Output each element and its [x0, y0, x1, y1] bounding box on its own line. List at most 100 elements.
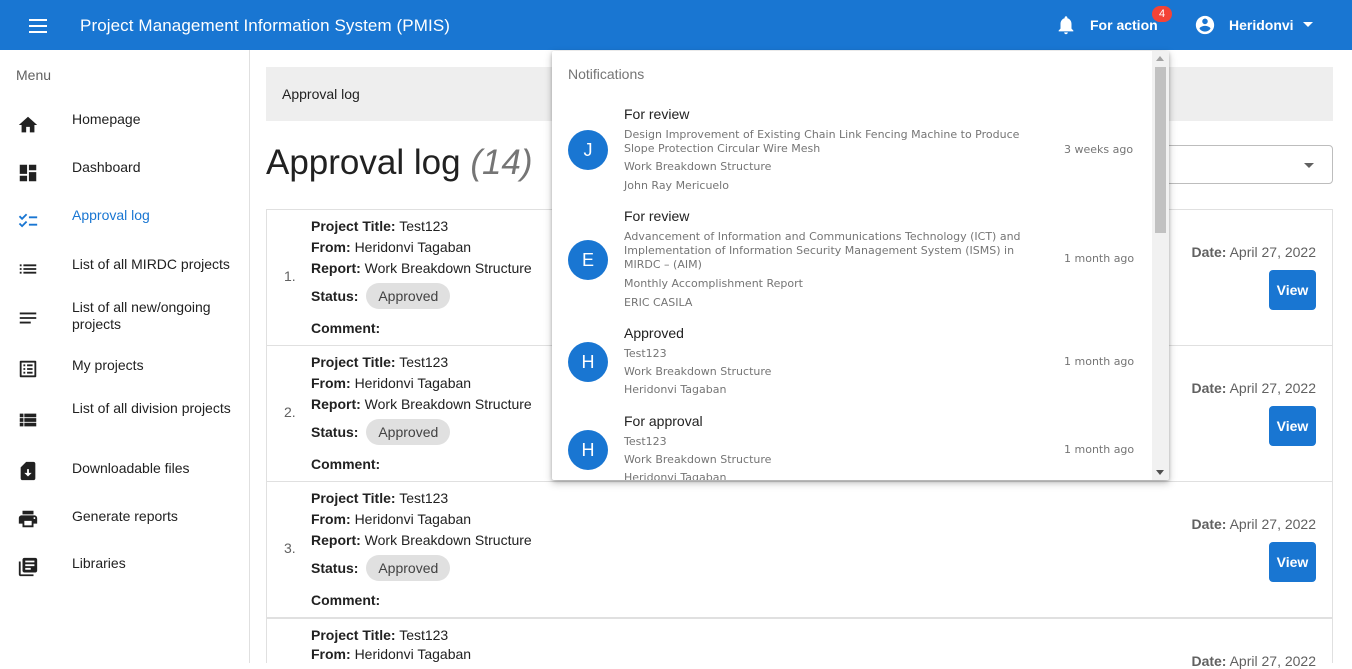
sidebar-item-label: Approval log — [72, 207, 150, 223]
notification-item[interactable]: H For approval Test123 Work Breakdown St… — [552, 413, 1152, 480]
notification-title: Approved — [624, 325, 684, 341]
notification-time: 1 month ago — [1064, 443, 1135, 456]
notification-project: Design Improvement of Existing Chain Lin… — [624, 128, 1020, 155]
caret-down-icon[interactable] — [1303, 22, 1313, 27]
sidebar-item-approval-log[interactable]: Approval log — [0, 204, 249, 244]
for-action-button[interactable]: For action — [1090, 17, 1158, 33]
notification-report: Monthly Accomplishment Report — [624, 277, 803, 290]
notification-user: Heridonvi Tagaban — [624, 383, 727, 396]
log-card: 3. Project Title: Test123 From: Heridonv… — [266, 481, 1333, 618]
sidebar-item-dashboard[interactable]: Dashboard — [0, 156, 249, 196]
sidebar-item-ongoing-projects[interactable]: List of all new/ongoing projects — [0, 294, 249, 342]
avatar: H — [568, 342, 608, 382]
sidebar-item-label: My projects — [72, 357, 144, 373]
hamburger-menu-icon[interactable] — [26, 14, 54, 36]
filter-select[interactable] — [1160, 145, 1333, 184]
notification-time: 1 month ago — [1064, 252, 1135, 265]
sidebar: Menu Homepage Dashboard Approval log Lis… — [0, 50, 250, 663]
sidebar-item-generate-reports[interactable]: Generate reports — [0, 498, 249, 538]
log-project-title: Project Title: Test123 — [311, 354, 449, 370]
page-title-count: (14) — [470, 143, 533, 182]
download-file-icon — [20, 461, 36, 481]
log-project-title: Project Title: Test123 — [311, 490, 449, 506]
log-from: From: Heridonvi Tagaban — [311, 511, 472, 527]
log-date: Date: April 27, 2022 — [1191, 244, 1316, 260]
page-title-text: Approval log — [266, 143, 461, 182]
scroll-down-arrow-icon[interactable] — [1156, 470, 1164, 475]
notification-title: For review — [624, 208, 690, 224]
view-list-icon — [19, 413, 37, 427]
bell-icon[interactable] — [1055, 14, 1077, 36]
sidebar-item-libraries[interactable]: Libraries — [0, 546, 249, 586]
log-from: From: Heridonvi Tagaban — [311, 375, 472, 391]
breadcrumb-text: Approval log — [282, 86, 360, 102]
list-icon — [19, 264, 37, 274]
log-project-title: Project Title: Test123 — [311, 218, 449, 234]
view-button[interactable]: View — [1269, 542, 1316, 582]
notifications-scrollbar[interactable] — [1152, 51, 1169, 480]
notification-time: 1 month ago — [1064, 355, 1135, 368]
print-icon — [18, 510, 38, 528]
app-bar: Project Management Information System (P… — [0, 0, 1352, 50]
sidebar-item-label: Downloadable files — [72, 460, 190, 476]
log-from: From: Heridonvi Tagaban — [311, 239, 472, 255]
notification-report: Work Breakdown Structure — [624, 160, 772, 173]
log-number: 3. — [284, 540, 296, 556]
log-card: Project Title: Test123 From: Heridonvi T… — [266, 618, 1333, 669]
status-badge: Approved — [366, 419, 451, 445]
notification-user: John Ray Mericuelo — [624, 179, 729, 192]
sidebar-item-label: Generate reports — [72, 508, 178, 524]
log-comment: Comment: — [311, 456, 381, 472]
user-name[interactable]: Heridonvi — [1229, 17, 1294, 33]
notification-time: 3 weeks ago — [1064, 143, 1134, 156]
log-comment: Comment: — [311, 320, 381, 336]
notification-count-badge: 4 — [1152, 6, 1172, 22]
notifications-panel: Notifications J For review Design Improv… — [552, 51, 1169, 480]
notification-report: Work Breakdown Structure — [624, 365, 772, 378]
log-date: Date: April 27, 2022 — [1191, 653, 1316, 669]
notification-user: Heridonvi Tagaban — [624, 471, 727, 480]
notes-icon — [19, 312, 37, 324]
sidebar-item-division-projects[interactable]: List of all division projects — [0, 394, 249, 442]
sidebar-item-label: Libraries — [72, 555, 126, 571]
home-icon — [18, 116, 38, 133]
checklist-icon — [18, 213, 38, 228]
sidebar-item-label: List of all MIRDC projects — [72, 256, 230, 272]
avatar: J — [568, 130, 608, 170]
scroll-up-arrow-icon[interactable] — [1156, 56, 1164, 61]
sidebar-item-label: List of all division projects — [72, 400, 231, 416]
menu-label: Menu — [16, 67, 52, 83]
notification-item[interactable]: H Approved Test123 Work Breakdown Struct… — [552, 325, 1152, 400]
library-books-icon — [18, 557, 38, 577]
log-report: Report: Work Breakdown Structure — [311, 396, 532, 412]
page-title: Approval log (14) — [266, 143, 533, 183]
app-title: Project Management Information System (P… — [80, 16, 451, 35]
log-project-title: Project Title: Test123 — [311, 627, 449, 643]
log-number: 1. — [284, 268, 296, 284]
log-date: Date: April 27, 2022 — [1191, 380, 1316, 396]
account-circle-icon[interactable] — [1194, 14, 1216, 36]
log-from: From: Heridonvi Tagaban — [311, 646, 472, 662]
log-status: Status: Approved — [311, 555, 451, 581]
view-button[interactable]: View — [1269, 270, 1316, 310]
log-status: Status: Approved — [311, 419, 451, 445]
sidebar-item-downloadable-files[interactable]: Downloadable files — [0, 450, 249, 490]
notification-user: ERIC CASILA — [624, 296, 693, 309]
notification-project: Test123 — [624, 435, 667, 448]
scroll-thumb[interactable] — [1155, 67, 1166, 233]
log-status: Status: Approved — [311, 283, 451, 309]
notifications-header: Notifications — [568, 66, 645, 82]
sidebar-item-label: List of all new/ongoing projects — [72, 299, 211, 332]
caret-down-icon[interactable] — [1304, 163, 1314, 168]
sidebar-item-label: Dashboard — [72, 159, 141, 175]
sidebar-item-my-projects[interactable]: My projects — [0, 350, 249, 390]
notification-item[interactable]: E For review Advancement of Information … — [552, 208, 1152, 313]
view-button[interactable]: View — [1269, 406, 1316, 446]
notification-title: For approval — [624, 413, 703, 429]
log-date: Date: April 27, 2022 — [1191, 516, 1316, 532]
sidebar-item-homepage[interactable]: Homepage — [0, 108, 249, 148]
notification-item[interactable]: J For review Design Improvement of Exist… — [552, 106, 1152, 196]
sidebar-item-mirdc-projects[interactable]: List of all MIRDC projects — [0, 252, 249, 292]
sidebar-item-label: Homepage — [72, 111, 141, 127]
status-badge: Approved — [366, 555, 451, 581]
